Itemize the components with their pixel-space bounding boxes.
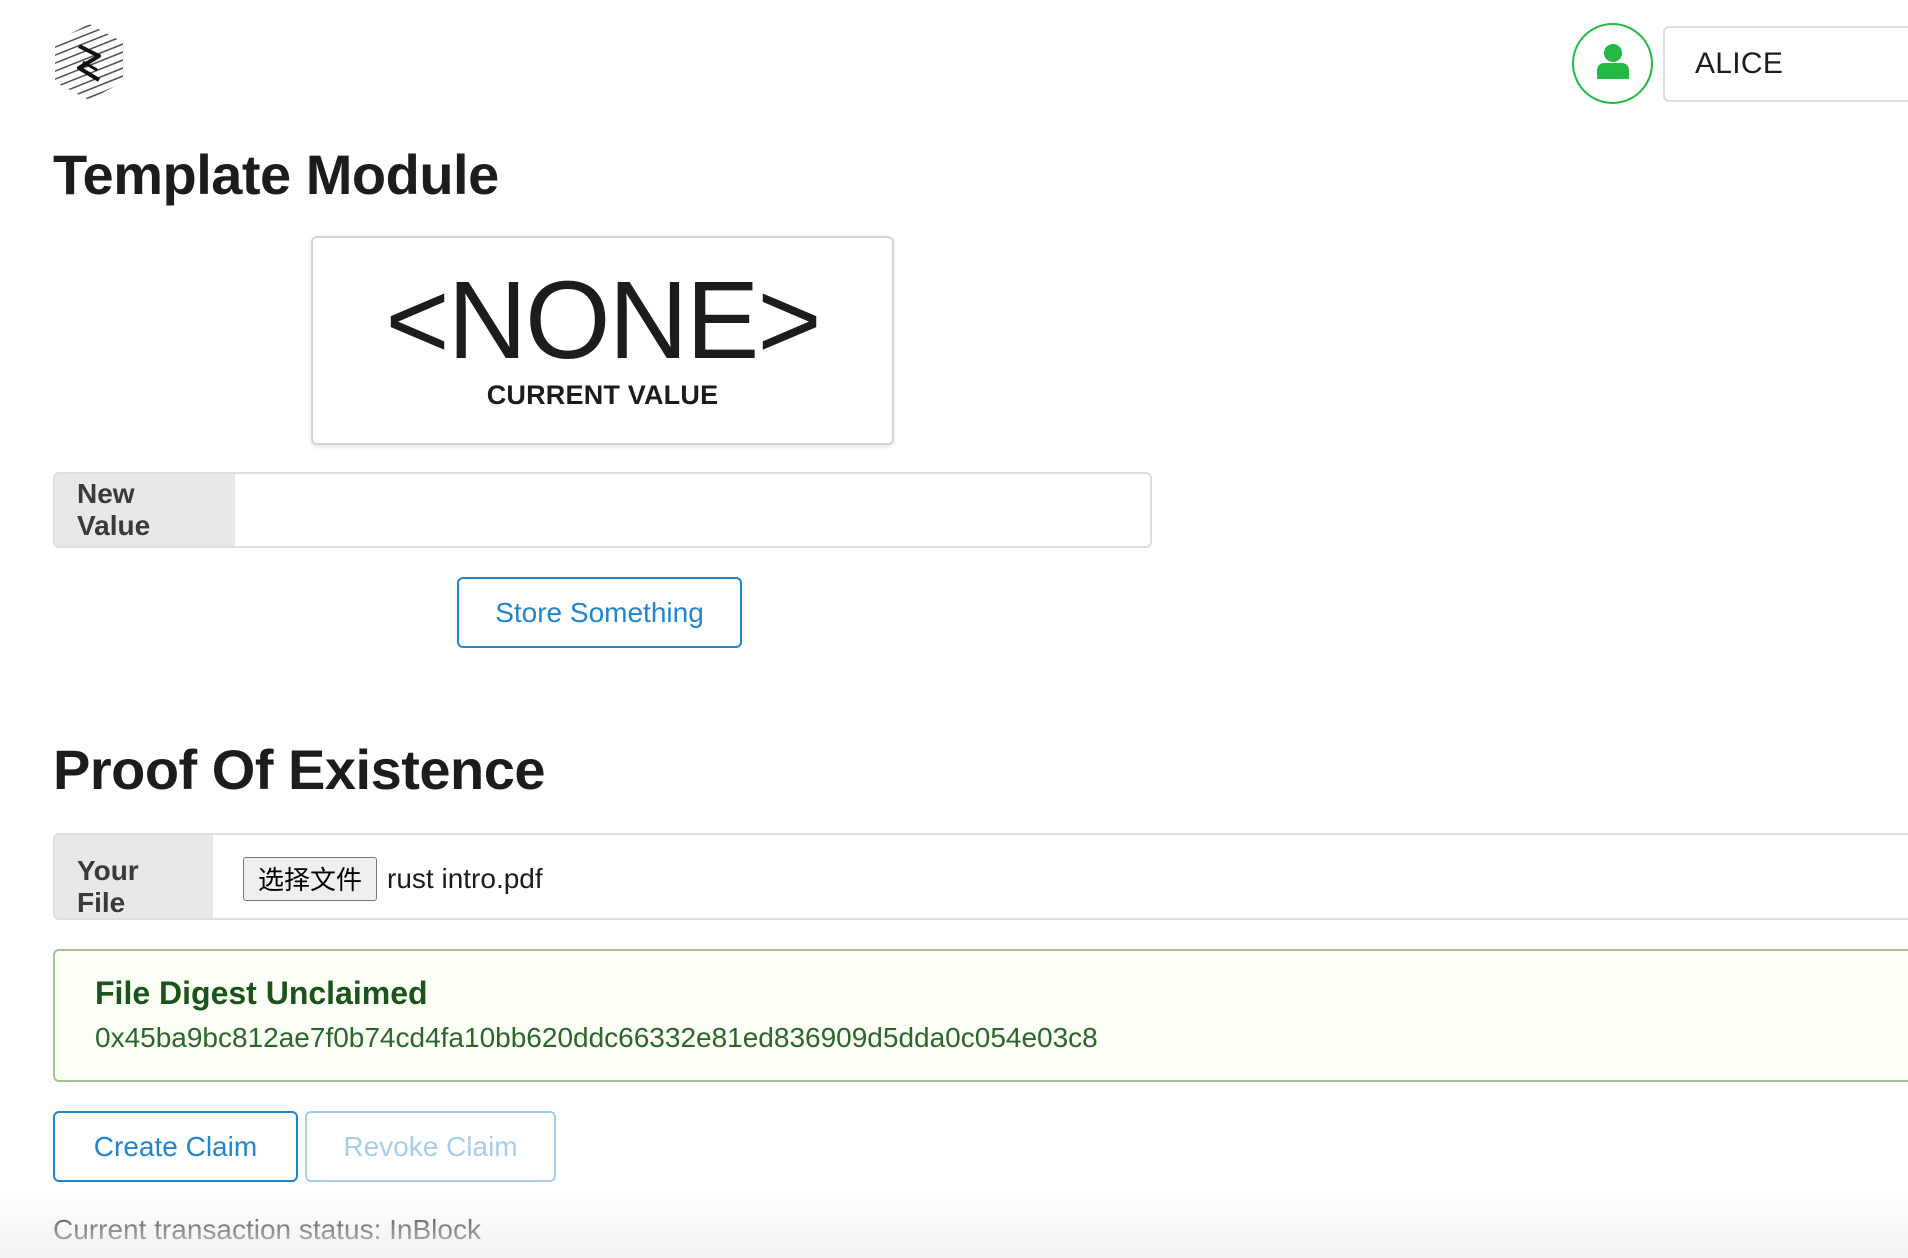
account-avatar[interactable] [1572, 23, 1653, 104]
account-name: ALICE [1695, 47, 1784, 80]
choose-file-button[interactable]: 选择文件 [243, 856, 378, 901]
user-icon [1596, 43, 1629, 84]
current-value-card: <NONE> CURRENT VALUE [311, 236, 894, 445]
account-selector[interactable]: ALICE [1663, 26, 1908, 102]
create-claim-button[interactable]: Create Claim [53, 1111, 298, 1182]
revoke-claim-button: Revoke Claim [305, 1111, 556, 1182]
file-input-group: Your File 选择文件 rust intro.pdf [53, 833, 1908, 920]
store-something-button[interactable]: Store Something [457, 577, 742, 648]
current-value-label: CURRENT VALUE [486, 380, 719, 410]
transaction-status: Current transaction status: InBlock [53, 1214, 481, 1245]
new-value-input[interactable] [235, 474, 1150, 546]
new-value-input-group: New Value [53, 472, 1152, 548]
page: ALICE Template Module <NONE> CURRENT VAL… [0, 0, 1908, 1258]
substrate-logo-icon [53, 22, 125, 102]
proof-of-existence-title: Proof Of Existence [53, 738, 546, 801]
file-input: 选择文件 rust intro.pdf [213, 835, 1908, 918]
file-digest-message: File Digest Unclaimed 0x45ba9bc812ae7f0b… [53, 949, 1908, 1082]
message-title: File Digest Unclaimed [95, 975, 428, 1011]
your-file-label: Your File [55, 835, 213, 918]
file-digest-value: 0x45ba9bc812ae7f0b74cd4fa10bb620ddc66332… [95, 1022, 1098, 1053]
new-value-label: New Value [55, 474, 235, 546]
selected-file-name: rust intro.pdf [387, 862, 543, 894]
template-module-title: Template Module [53, 143, 499, 206]
current-value: <NONE> [385, 259, 821, 382]
